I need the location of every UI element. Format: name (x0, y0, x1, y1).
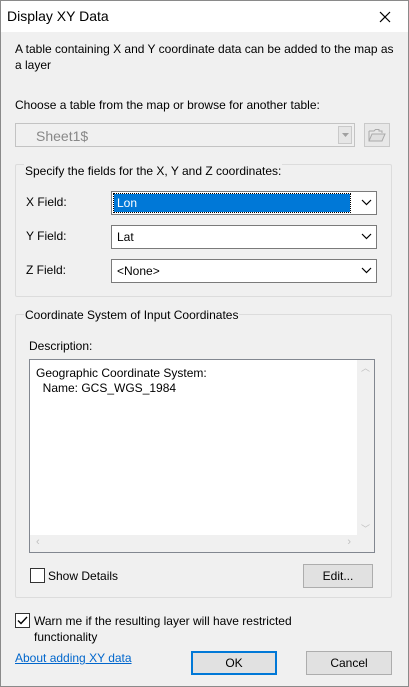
table-dropdown-value: Sheet1$ (36, 128, 89, 144)
open-folder-icon (368, 129, 386, 142)
cancel-button-label: Cancel (330, 656, 368, 670)
z-field-value: <None> (117, 264, 160, 278)
ok-button-label: OK (225, 656, 243, 670)
about-xy-data-link[interactable]: About adding XY data (15, 651, 132, 665)
window-title: Display XY Data (7, 8, 109, 24)
x-field-label: X Field: (26, 195, 67, 209)
x-field-value: Lon (113, 193, 351, 213)
coordinate-system-group-label: Coordinate System of Input Coordinates (24, 308, 240, 322)
scroll-right-icon: › (347, 536, 351, 548)
scroll-down-icon: ﹀ (361, 524, 371, 534)
warn-label: Warn me if the resulting layer will have… (34, 614, 292, 644)
y-field-value: Lat (117, 230, 134, 244)
close-button[interactable] (362, 1, 408, 32)
description-label: Description: (29, 339, 93, 353)
close-icon (379, 11, 391, 22)
show-details-label: Show Details (48, 569, 119, 583)
edit-button-label: Edit... (322, 569, 354, 583)
table-dropdown-arrow (338, 126, 352, 144)
vertical-scrollbar[interactable]: ︿ ﹀ (357, 360, 374, 536)
choose-table-label: Choose a table from the map or browse fo… (15, 98, 320, 112)
warn-checkbox[interactable] (15, 613, 30, 628)
chevron-down-icon (361, 233, 372, 240)
cancel-button[interactable]: Cancel (306, 651, 392, 675)
description-text: Geographic Coordinate System: Name: GCS_… (36, 366, 207, 395)
chevron-down-icon (361, 267, 372, 274)
z-field-dropdown[interactable]: <None> (111, 259, 377, 283)
show-details-checkbox[interactable] (30, 568, 45, 583)
scrollbar-corner (357, 535, 374, 552)
edit-button[interactable]: Edit... (303, 564, 373, 588)
chevron-down-icon (341, 133, 349, 137)
y-field-label: Y Field: (26, 229, 67, 243)
ok-button[interactable]: OK (191, 651, 277, 675)
table-dropdown: Sheet1$ (15, 123, 355, 147)
fields-group-label: Specify the fields for the X, Y and Z co… (24, 164, 283, 178)
display-xy-data-dialog: Display XY Data A table containing X and… (0, 0, 409, 687)
chevron-down-icon (361, 199, 372, 206)
intro-text: A table containing X and Y coordinate da… (15, 42, 394, 72)
checkmark-icon (17, 616, 28, 625)
description-textbox[interactable]: Geographic Coordinate System: Name: GCS_… (29, 359, 375, 553)
scroll-left-icon: ‹ (36, 536, 40, 548)
scroll-up-icon: ︿ (361, 363, 371, 373)
y-field-dropdown[interactable]: Lat (111, 225, 377, 249)
browse-table-button (364, 123, 390, 147)
z-field-label: Z Field: (26, 263, 67, 277)
title-bar: Display XY Data (1, 1, 408, 32)
x-field-dropdown[interactable]: Lon (111, 191, 377, 215)
horizontal-scrollbar[interactable]: ‹ › (30, 535, 357, 552)
